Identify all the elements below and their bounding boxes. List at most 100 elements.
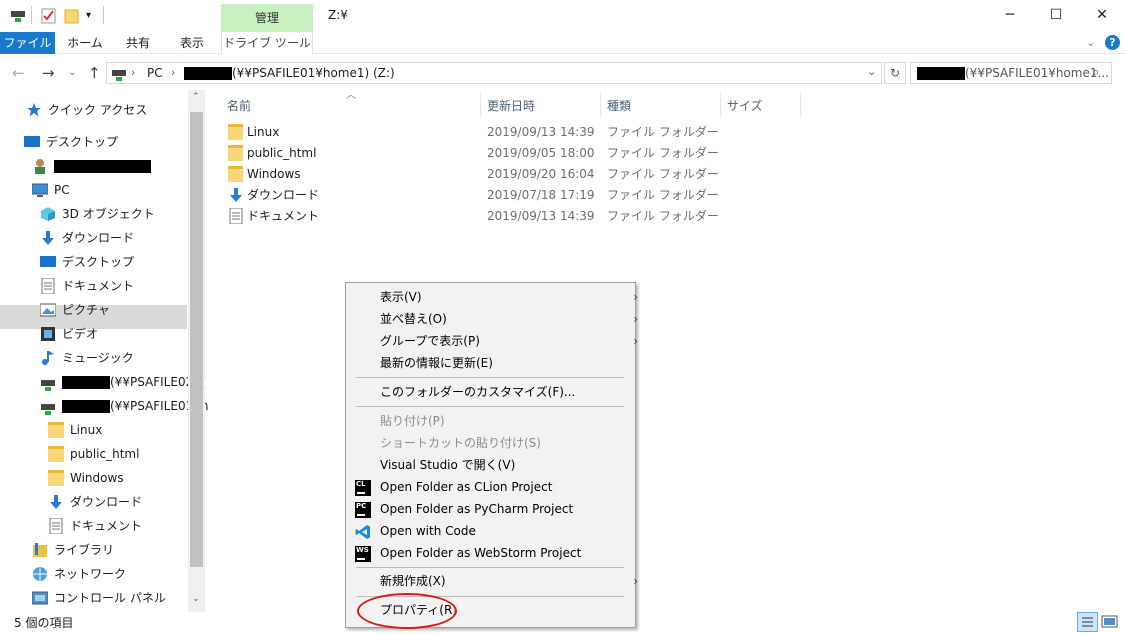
- item-count: 5 個の項目: [14, 616, 74, 630]
- column-header-date[interactable]: 更新日時: [487, 95, 535, 117]
- nav-item-music[interactable]: ミュージック: [40, 347, 134, 369]
- column-divider[interactable]: [800, 93, 801, 117]
- refresh-icon[interactable]: ↻: [884, 62, 906, 84]
- nav-item-documents[interactable]: ドキュメント: [40, 275, 134, 297]
- chevron-right-icon[interactable]: ›: [131, 66, 135, 79]
- tab-share[interactable]: 共有: [118, 32, 158, 54]
- scroll-up-icon[interactable]: ⌃: [192, 92, 200, 102]
- scroll-down-icon[interactable]: ⌄: [192, 594, 200, 604]
- control-panel-icon: [31, 590, 49, 606]
- minimize-button[interactable]: ─: [987, 0, 1033, 30]
- nav-item-network-drive-psafile02[interactable]: (¥¥PSAFILE02) (: [40, 371, 206, 393]
- details-view-button[interactable]: [1077, 612, 1098, 632]
- nav-item-desktop[interactable]: デスクトップ: [24, 131, 118, 153]
- menu-item-open-with-code[interactable]: Open with Code: [380, 520, 476, 542]
- file-name: ドキュメント: [247, 209, 320, 223]
- nav-item-label: ピクチャ: [62, 303, 110, 317]
- new-folder-icon[interactable]: [64, 8, 80, 24]
- nav-item-windows[interactable]: Windows: [48, 467, 124, 489]
- address-bar[interactable]: › PC › (¥¥PSAFILE01¥home1) (Z:) ⌄: [106, 62, 882, 84]
- nav-item-network[interactable]: ネットワーク: [32, 563, 126, 585]
- nav-item-libraries[interactable]: ライブラリ: [32, 539, 114, 561]
- folder-icon: [48, 445, 64, 462]
- nav-item-3d-objects[interactable]: 3D オブジェクト: [40, 203, 155, 225]
- contextual-tab-manage[interactable]: 管理: [221, 4, 313, 32]
- help-icon[interactable]: ?: [1105, 35, 1120, 50]
- menu-item-new[interactable]: 新規作成(X) ›: [380, 570, 638, 592]
- file-type: ファイル フォルダー: [607, 167, 719, 181]
- file-date: 2019/09/20 16:04: [487, 167, 595, 181]
- nav-item-network-drive-psafile01[interactable]: (¥¥PSAFILE01¥h: [40, 395, 208, 417]
- file-row-public-html[interactable]: public_html 2019/09/05 18:00 ファイル フォルダー: [226, 143, 726, 163]
- menu-item-sort[interactable]: 並べ替え(O) ›: [380, 308, 638, 330]
- address-dropdown-icon[interactable]: ⌄: [867, 65, 876, 78]
- file-type: ファイル フォルダー: [607, 146, 719, 160]
- nav-item-label: デスクトップ: [62, 255, 135, 269]
- properties-check-icon[interactable]: [41, 8, 57, 24]
- file-row-downloads[interactable]: ダウンロード 2019/07/18 17:19 ファイル フォルダー: [226, 185, 726, 205]
- file-row-documents[interactable]: ドキュメント 2019/09/13 14:39 ファイル フォルダー: [226, 206, 726, 226]
- recent-locations-icon[interactable]: ⌄: [68, 67, 76, 78]
- nav-item-user[interactable]: [32, 155, 151, 177]
- column-header-name[interactable]: 名前: [227, 95, 251, 117]
- nav-item-downloads[interactable]: ダウンロード: [40, 227, 134, 249]
- breadcrumb-drive[interactable]: (¥¥PSAFILE01¥home1) (Z:): [184, 66, 395, 80]
- redacted-block: [62, 376, 110, 389]
- file-row-linux[interactable]: Linux 2019/09/13 14:39 ファイル フォルダー: [226, 122, 726, 142]
- back-button[interactable]: ←: [12, 64, 25, 82]
- column-divider[interactable]: [720, 93, 721, 117]
- pc-icon: [31, 182, 49, 198]
- menu-item-refresh[interactable]: 最新の情報に更新(E): [380, 352, 493, 374]
- tab-drive-tools[interactable]: ドライブ ツール: [221, 32, 313, 54]
- maximize-button[interactable]: ☐: [1033, 0, 1079, 30]
- nav-item-pictures[interactable]: ピクチャ: [39, 299, 110, 321]
- network-drive-icon: [40, 374, 56, 391]
- close-button[interactable]: ✕: [1079, 0, 1125, 30]
- tab-view[interactable]: 表示: [172, 32, 212, 54]
- drive-icon[interactable]: [10, 8, 26, 24]
- folder-icon: [228, 166, 243, 182]
- menu-item-label: グループで表示(P): [380, 334, 480, 348]
- nav-item-public-html[interactable]: public_html: [48, 443, 139, 465]
- menu-item-open-pycharm[interactable]: Open Folder as PyCharm Project: [380, 498, 573, 520]
- menu-item-paste-shortcut: ショートカットの貼り付け(S): [380, 436, 541, 450]
- menu-item-open-clion[interactable]: Open Folder as CLion Project: [380, 476, 552, 498]
- large-icons-view-button[interactable]: [1101, 614, 1119, 630]
- column-header-size[interactable]: サイズ: [727, 95, 763, 117]
- submenu-arrow-icon: ›: [633, 334, 638, 348]
- menu-item-open-webstorm[interactable]: Open Folder as WebStorm Project: [380, 542, 581, 564]
- nav-item-documents-2[interactable]: ドキュメント: [48, 515, 142, 537]
- status-bar: 5 個の項目: [0, 612, 1125, 634]
- submenu-arrow-icon: ›: [633, 290, 638, 304]
- nav-item-desktop-2[interactable]: デスクトップ: [40, 251, 134, 273]
- file-row-windows[interactable]: Windows 2019/09/20 16:04 ファイル フォルダー: [226, 164, 726, 184]
- search-icon[interactable]: ⌕: [1092, 65, 1099, 80]
- menu-item-view[interactable]: 表示(V) ›: [380, 286, 638, 308]
- menu-item-group-by[interactable]: グループで表示(P) ›: [380, 330, 638, 352]
- nav-item-quick-access[interactable]: クイック アクセス: [26, 99, 147, 121]
- forward-button[interactable]: →: [42, 64, 55, 82]
- ribbon-tabs: ファイル ホーム 共有 表示 ドライブ ツール ⌄ ?: [0, 32, 1125, 54]
- column-divider[interactable]: [600, 93, 601, 117]
- ribbon-expand-icon[interactable]: ⌄: [1086, 36, 1095, 49]
- tab-home[interactable]: ホーム: [62, 32, 108, 54]
- column-divider[interactable]: [480, 93, 481, 117]
- menu-item-open-visual-studio[interactable]: Visual Studio で開く(V): [380, 454, 515, 476]
- file-type: ファイル フォルダー: [607, 125, 719, 139]
- menu-item-customize-folder[interactable]: このフォルダーのカスタマイズ(F)...: [380, 381, 575, 403]
- search-box[interactable]: (¥¥PSAFILE01¥home1... ⌕: [910, 62, 1112, 84]
- nav-scroll-thumb[interactable]: [190, 112, 203, 567]
- nav-item-control-panel[interactable]: コントロール パネル: [31, 587, 166, 609]
- breadcrumb-pc[interactable]: PC: [147, 66, 163, 80]
- column-header-type[interactable]: 種類: [607, 95, 631, 117]
- nav-item-linux[interactable]: Linux: [48, 419, 102, 441]
- nav-item-downloads-2[interactable]: ダウンロード: [48, 491, 142, 513]
- nav-item-pc[interactable]: PC: [31, 179, 70, 201]
- title-bar: ▾ 管理 Z:¥ ─ ☐ ✕: [0, 0, 1125, 32]
- tab-file[interactable]: ファイル: [0, 32, 55, 54]
- customize-qat-icon[interactable]: ▾: [86, 8, 102, 24]
- user-icon: [32, 158, 48, 174]
- nav-item-videos[interactable]: ビデオ: [40, 323, 98, 345]
- chevron-right-icon[interactable]: ›: [171, 66, 175, 79]
- up-button[interactable]: ↑: [88, 64, 101, 82]
